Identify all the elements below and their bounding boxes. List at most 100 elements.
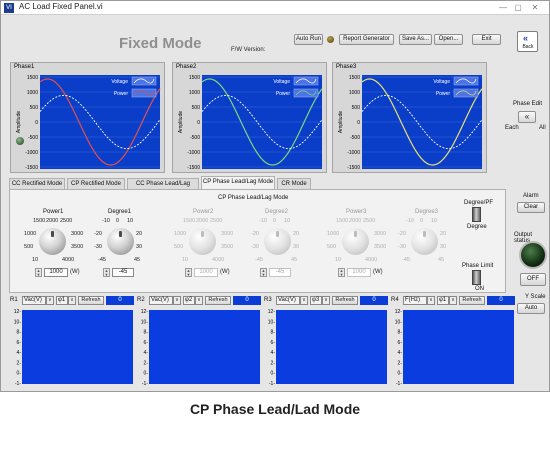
close-icon[interactable]: ✕ — [528, 2, 542, 13]
knob-indicator — [201, 231, 204, 237]
degree1-knob[interactable] — [107, 228, 134, 255]
tick: 500 — [24, 244, 34, 250]
chevron-down-icon[interactable]: ∨ — [449, 296, 457, 305]
phase-select[interactable]: φ2 — [183, 296, 195, 305]
degree-pf-label: Degree/PF — [464, 200, 494, 206]
tab-cp-rectified[interactable]: CP Rectified Mode — [67, 178, 125, 189]
minimize-icon[interactable]: — — [496, 2, 510, 13]
degree3-knob[interactable] — [411, 228, 438, 255]
tab-cc-phase-lead-lag[interactable]: CC Phase Lead/Lag Mode — [127, 178, 199, 197]
alarm-clear-button[interactable]: Clear — [517, 202, 545, 213]
y-scale-button[interactable]: Auto — [517, 303, 545, 314]
power3-knob[interactable] — [342, 228, 369, 255]
tick: 20 — [440, 231, 447, 237]
tick: 30 — [136, 244, 143, 250]
y-tick-label: 10- — [268, 319, 276, 325]
tick: 3000 — [221, 231, 234, 237]
power2-knob[interactable] — [189, 228, 216, 255]
power2-spinner[interactable]: ▲ ▼ — [185, 268, 192, 277]
legend-label: Power — [114, 91, 129, 97]
degree1-spinner[interactable]: ▲ ▼ — [103, 268, 110, 277]
measure-select[interactable]: Vac(V) — [149, 296, 173, 305]
y-tick-label: 2- — [144, 360, 149, 366]
phase-limit-label: Phase Limit — [462, 263, 494, 269]
y-axis-label: Amplitude — [338, 111, 344, 133]
knob-indicator — [423, 231, 426, 237]
y-tick-label: 1500 — [189, 75, 200, 81]
phase-select[interactable]: φ1 — [56, 296, 68, 305]
y-tick-label: 8- — [271, 330, 276, 336]
degree1-label: Degree1 — [108, 209, 132, 215]
y-tick-label: -1- — [396, 381, 402, 387]
chevron-down-icon[interactable]: ∨ — [195, 296, 203, 305]
y-scale-label: Y Scale — [525, 294, 546, 300]
y-axis-label: Amplitude — [178, 111, 184, 133]
power3-field[interactable]: 1000 — [347, 268, 371, 277]
measure-select[interactable]: Vac(V) — [22, 296, 46, 305]
phase-edit-switch[interactable]: « — [518, 111, 536, 123]
open-button[interactable]: Open... — [434, 34, 463, 45]
phase-select[interactable]: φ3 — [310, 296, 322, 305]
chevron-down-icon[interactable]: ∨ — [68, 296, 76, 305]
measure-select[interactable]: Vac(V) — [276, 296, 300, 305]
tick: -30 — [94, 244, 102, 250]
measure-value: 0 — [233, 296, 261, 305]
phase-edit-label: Phase Edit — [513, 101, 543, 107]
power1-field[interactable]: 1000 — [44, 268, 68, 277]
tab-cr-mode[interactable]: CR Mode — [277, 178, 311, 189]
y-tick-label: 0 — [35, 120, 38, 126]
degree2-spinner[interactable]: ▲ ▼ — [260, 268, 267, 277]
exit-button[interactable]: Exit — [472, 34, 501, 45]
save-as-button[interactable]: Save As... — [399, 34, 432, 45]
tick: 10 — [284, 218, 291, 224]
report-generator-button[interactable]: Report Generator — [339, 34, 394, 45]
y-tick-label: 10- — [395, 319, 403, 325]
chevron-down-icon[interactable]: ∨ — [322, 296, 330, 305]
tick: 45 — [291, 257, 298, 263]
knob-indicator — [119, 231, 122, 237]
tab-cp-phase-lead-lag[interactable]: CP Phase Lead/Lag Mode — [201, 176, 275, 189]
tick: 2000 — [196, 218, 209, 224]
chevron-down-icon[interactable]: ∨ — [300, 296, 308, 305]
output-off-button[interactable]: OFF — [520, 273, 546, 286]
maximize-icon[interactable]: ▢ — [511, 2, 525, 13]
measure-select[interactable]: F(Hz) — [403, 296, 427, 305]
tick: 20 — [293, 231, 300, 237]
plot-area — [22, 310, 133, 384]
chevron-down-icon[interactable]: ∨ — [46, 296, 54, 305]
back-button[interactable]: « Back — [517, 31, 538, 52]
app-window: VI AC Load Fixed Panel.vi — ▢ ✕ Fixed Mo… — [0, 0, 550, 392]
degree2-knob[interactable] — [264, 228, 291, 255]
power1-spinner[interactable]: ▲ ▼ — [35, 268, 42, 277]
refresh-button[interactable]: Refresh — [332, 296, 358, 305]
phase-limit-toggle[interactable] — [472, 270, 481, 285]
degree-pf-toggle[interactable] — [472, 207, 481, 222]
tick: -20 — [94, 231, 102, 237]
chevron-down-icon[interactable]: ∨ — [427, 296, 435, 305]
degree1-field[interactable]: -45 — [112, 268, 134, 277]
refresh-button[interactable]: Refresh — [205, 296, 231, 305]
power3-spinner[interactable]: ▲ ▼ — [338, 268, 345, 277]
y-tick-label: 2- — [398, 360, 403, 366]
caption: CP Phase Lead/Lad Mode — [189, 401, 361, 417]
tab-cc-rectified[interactable]: CC Rectified Mode — [9, 178, 65, 189]
refresh-button[interactable]: Refresh — [78, 296, 104, 305]
legend-label: Voltage — [111, 79, 128, 85]
power1-knob[interactable] — [39, 228, 66, 255]
power2-field[interactable]: 1000 — [194, 268, 218, 277]
chevron-down-icon[interactable]: ∨ — [173, 296, 181, 305]
y-tick-label: 1500 — [27, 75, 38, 81]
auto-run-led — [327, 36, 334, 43]
y-tick-label: 8- — [398, 330, 403, 336]
y-tick-label: -1- — [15, 381, 21, 387]
degree2-field[interactable]: -45 — [269, 268, 291, 277]
y-tick-label: -500 — [190, 135, 200, 141]
power2-label: Power2 — [193, 209, 214, 215]
tick: -30 — [251, 244, 259, 250]
tick: -45 — [98, 257, 106, 263]
row-label: R3 — [264, 297, 272, 303]
phase3-plot: 1500 1000 500 0 -500 -1000 -1500 Amplitude Volta… — [338, 75, 483, 171]
phase-select[interactable]: φ1 — [437, 296, 449, 305]
auto-run-button[interactable]: Auto Run — [294, 34, 323, 45]
refresh-button[interactable]: Refresh — [459, 296, 485, 305]
